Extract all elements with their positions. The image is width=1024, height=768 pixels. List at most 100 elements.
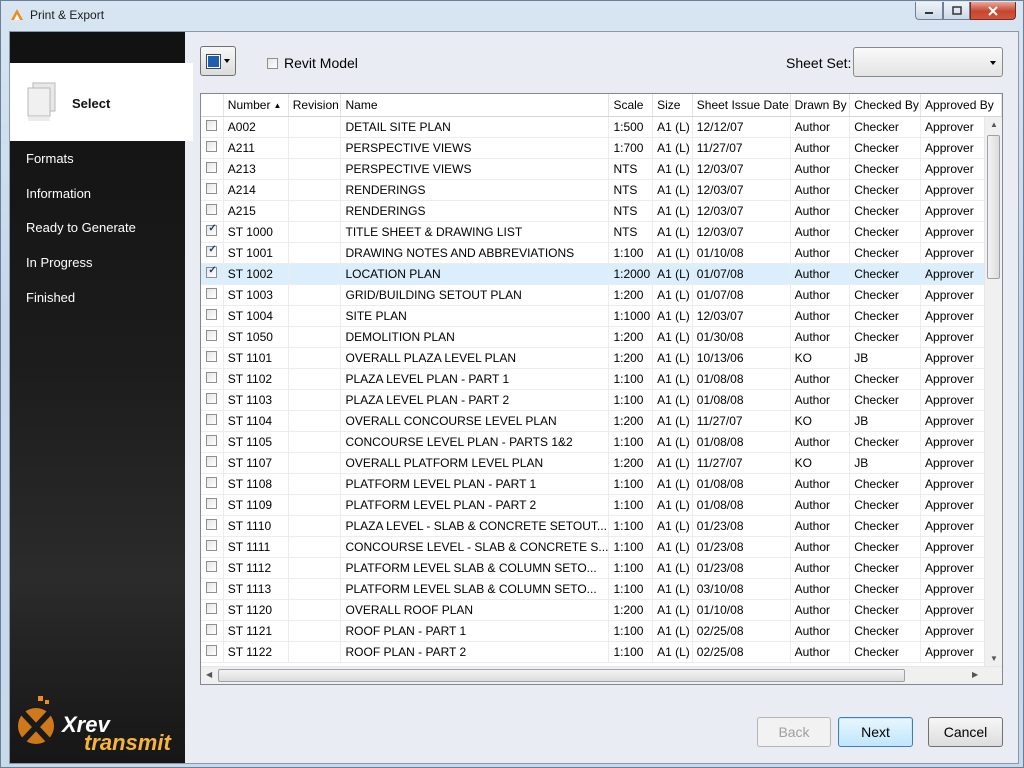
col-header-scale[interactable]: Scale (608, 94, 654, 117)
step-formats[interactable]: Formats (26, 151, 74, 166)
cancel-button[interactable]: Cancel (928, 717, 1003, 747)
checked-by: Checker (849, 284, 922, 306)
row-checkbox[interactable] (206, 372, 218, 383)
table-row[interactable]: ST 1120 OVERALL ROOF PLAN 1:200 A1 (L) 01/10… (201, 599, 1002, 621)
col-header-name[interactable]: Name (340, 94, 610, 117)
back-button[interactable]: Back (757, 717, 831, 747)
row-checkbox[interactable] (206, 561, 218, 572)
row-checkbox[interactable] (206, 519, 218, 530)
col-header-approved-by[interactable]: Approved By (920, 94, 1002, 117)
view-options-dropdown[interactable] (200, 46, 236, 76)
vertical-scroll-thumb[interactable] (987, 135, 1000, 279)
table-row[interactable]: ST 1101 OVERALL PLAZA LEVEL PLAN 1:200 A1 (… (201, 347, 1002, 369)
table-row[interactable]: ST 1121 ROOF PLAN - PART 1 1:100 A1 (L) 02/2… (201, 620, 1002, 642)
col-header-sheet-issue-date[interactable]: Sheet Issue Date (692, 94, 791, 117)
table-row[interactable]: ST 1112 PLATFORM LEVEL SLAB & COLUMN SETO… (201, 557, 1002, 579)
step-finished[interactable]: Finished (26, 290, 75, 305)
row-checkbox[interactable] (206, 624, 218, 635)
table-row[interactable]: ST 1000 TITLE SHEET & DRAWING LISTNTSA1 (… (201, 221, 1002, 243)
row-checkbox[interactable] (206, 414, 218, 425)
table-row[interactable]: ST 1104 OVERALL CONCOURSE LEVEL PLAN 1:200… (201, 410, 1002, 432)
col-header-select[interactable] (201, 94, 224, 117)
scroll-right-icon[interactable]: ▶ (972, 670, 978, 679)
table-row[interactable]: ST 1050 DEMOLITION PLAN 1:200 A1 (L) 01/30/0… (201, 326, 1002, 348)
sheet-set-select[interactable] (853, 47, 1003, 77)
table-row[interactable]: A215 RENDERINGS NTS A1 (L) 12/03/07 Author Che… (201, 200, 1002, 222)
table-row[interactable]: ST 1122 ROOF PLAN - PART 2 1:100 A1 (L) 02/2… (201, 641, 1002, 663)
revit-model-checkbox[interactable] (267, 57, 278, 69)
row-checkbox[interactable] (206, 223, 218, 236)
row-checkbox[interactable] (206, 582, 218, 593)
step-information[interactable]: Information (26, 186, 91, 201)
row-checkbox[interactable] (206, 330, 218, 341)
vertical-scrollbar[interactable]: ▲ ▼ (984, 117, 1002, 666)
checked-by: Checker (849, 368, 922, 390)
step-in-progress[interactable]: In Progress (26, 255, 92, 270)
row-checkbox[interactable] (206, 645, 218, 656)
table-row[interactable]: ST 1107 OVERALL PLATFORM LEVEL PLAN 1:200 A… (201, 452, 1002, 474)
table-row[interactable]: A211 PERSPECTIVE VIEWS 1:700 A1 (L) 11/27/07… (201, 137, 1002, 159)
table-row[interactable]: A213 PERSPECTIVE VIEWS NTS A1 (L) 12/03/07 Au… (201, 158, 1002, 180)
table-row[interactable]: ST 1004 SITE PLAN 1:1000 A1 (L) 12/03/07 Auth… (201, 305, 1002, 327)
table-row[interactable]: ST 1109 PLATFORM LEVEL PLAN - PART 2 1:100… (201, 494, 1002, 516)
row-checkbox[interactable] (206, 351, 218, 362)
row-checkbox[interactable] (206, 141, 218, 152)
minimize-button[interactable] (915, 2, 943, 20)
table-row[interactable]: ST 1103 PLAZA LEVEL PLAN - PART 2 1:100 A1 … (201, 389, 1002, 411)
sheet-scale: 1:100 (608, 389, 654, 411)
table-row[interactable]: A002 DETAIL SITE PLAN 1:500 A1 (L) 12/12/07 A… (201, 116, 1002, 138)
row-checkbox[interactable] (206, 498, 218, 509)
table-row[interactable]: ST 1110 PLAZA LEVEL - SLAB & CONCRETE SET… (201, 515, 1002, 537)
scroll-left-icon[interactable]: ◀ (206, 670, 212, 679)
drawn-by: Author (790, 200, 851, 222)
sheet-name: LOCATION PLAN (340, 263, 610, 285)
row-checkbox[interactable] (206, 309, 218, 320)
step-ready-to-generate[interactable]: Ready to Generate (26, 220, 136, 235)
horizontal-scroll-thumb[interactable] (218, 669, 905, 682)
col-header-revision[interactable]: Revision (288, 94, 342, 117)
table-row[interactable]: ST 1002 LOCATION PLAN1:2000A1 (L)01/07/08… (201, 263, 1002, 285)
row-checkbox[interactable] (206, 120, 218, 131)
row-checkbox[interactable] (206, 603, 218, 614)
sheet-issue-date: 12/03/07 (692, 221, 791, 243)
table-row[interactable]: ST 1102 PLAZA LEVEL PLAN - PART 1 1:100 A1 … (201, 368, 1002, 390)
sheet-revision (288, 494, 342, 516)
row-checkbox[interactable] (206, 204, 218, 215)
col-header-number[interactable]: Number ▲ (223, 94, 289, 117)
horizontal-scrollbar[interactable]: ◀ ▶ (201, 666, 1002, 684)
table-row[interactable]: ST 1111 CONCOURSE LEVEL - SLAB & CONCRETE… (201, 536, 1002, 558)
table-row[interactable]: A214 RENDERINGS NTS A1 (L) 12/03/07 Author Che… (201, 179, 1002, 201)
row-checkbox[interactable] (206, 540, 218, 551)
checked-by: Checker (849, 158, 922, 180)
maximize-button[interactable] (943, 2, 970, 20)
table-row[interactable]: ST 1105 CONCOURSE LEVEL PLAN - PARTS 1&2 1… (201, 431, 1002, 453)
table-row[interactable]: ST 1113 PLATFORM LEVEL SLAB & COLUMN SETO… (201, 578, 1002, 600)
revit-model-option[interactable]: Revit Model (267, 55, 358, 71)
scroll-up-icon[interactable]: ▲ (990, 120, 998, 129)
row-checkbox[interactable] (206, 265, 218, 278)
scroll-down-icon[interactable]: ▼ (990, 654, 998, 663)
col-header-size[interactable]: Size (652, 94, 693, 117)
app-icon (11, 9, 23, 20)
row-checkbox[interactable] (206, 244, 218, 257)
row-checkbox[interactable] (206, 456, 218, 467)
row-checkbox[interactable] (206, 288, 218, 299)
table-row[interactable]: ST 1001 DRAWING NOTES AND ABBREVIATIONS1:… (201, 242, 1002, 264)
row-checkbox[interactable] (206, 183, 218, 194)
step-select-current[interactable]: Select (10, 63, 193, 141)
table-row[interactable]: ST 1003 GRID/BUILDING SETOUT PLAN 1:200 A1 … (201, 284, 1002, 306)
sheet-name: RENDERINGS (340, 179, 610, 201)
row-checkbox[interactable] (206, 162, 218, 173)
next-button[interactable]: Next (838, 717, 913, 747)
row-checkbox[interactable] (206, 393, 218, 404)
col-header-drawn-by[interactable]: Drawn By (790, 94, 851, 117)
sheet-name: OVERALL PLATFORM LEVEL PLAN (340, 452, 610, 474)
table-row[interactable]: ST 1108 PLATFORM LEVEL PLAN - PART 1 1:100… (201, 473, 1002, 495)
sheet-grid: Number ▲ Revision Name Scale Size Sheet I… (200, 93, 1003, 685)
row-select-cell (201, 410, 224, 432)
row-checkbox[interactable] (206, 435, 218, 446)
row-checkbox[interactable] (206, 477, 218, 488)
close-button[interactable] (970, 2, 1016, 20)
col-header-checked-by[interactable]: Checked By (849, 94, 922, 117)
sheet-revision (288, 116, 342, 138)
